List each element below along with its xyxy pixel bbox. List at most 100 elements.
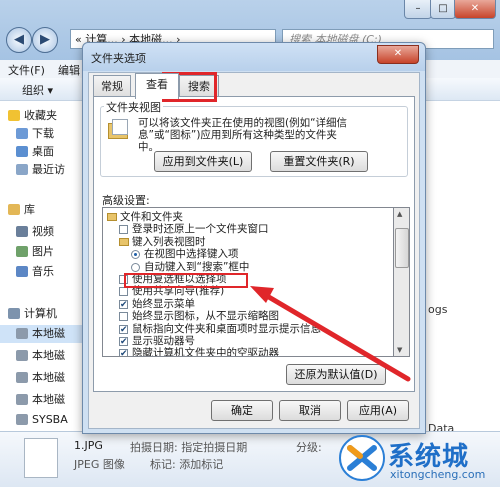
menu-edit[interactable]: 编辑 bbox=[58, 62, 80, 78]
sidebar-item-icon bbox=[16, 350, 28, 361]
sidebar-item[interactable]: 图片 bbox=[0, 243, 86, 261]
view-tab-page: 文件夹视图 可以将该文件夹正在使用的视图(例如“详细信 息”或“图标”)应用到所… bbox=[93, 96, 415, 392]
sidebar-item-icon bbox=[16, 226, 28, 237]
annotation-option-highlight bbox=[124, 273, 248, 288]
settings-option[interactable]: ✔ 鼠标指向文件夹和桌面项时显示提示信息 bbox=[103, 323, 393, 335]
folder-icon bbox=[119, 237, 129, 246]
scroll-up-icon[interactable]: ▲ bbox=[397, 210, 402, 218]
sidebar-item[interactable]: 本地磁 bbox=[0, 369, 86, 387]
apply-button[interactable]: 应用(A) bbox=[347, 400, 409, 421]
sidebar-item-label: 计算机 bbox=[24, 307, 57, 320]
sidebar-item-label: 收藏夹 bbox=[24, 109, 57, 122]
settings-option[interactable]: 登录时还原上一个文件夹窗口 bbox=[103, 223, 393, 235]
sidebar-item[interactable]: 视频 bbox=[0, 223, 86, 241]
tab-view[interactable]: 查看 bbox=[135, 73, 179, 99]
folder-view-description: 可以将该文件夹正在使用的视图(例如“详细信 息”或“图标”)应用到所有这种类型的… bbox=[138, 117, 348, 153]
checkbox[interactable] bbox=[119, 287, 128, 297]
checkbox[interactable] bbox=[119, 312, 128, 322]
sidebar-item[interactable]: 桌面 bbox=[0, 143, 86, 161]
checkbox[interactable]: ✔ bbox=[119, 337, 128, 347]
window-close-button[interactable]: ✕ bbox=[454, 0, 496, 19]
sidebar-item-icon bbox=[16, 164, 28, 175]
radio-button[interactable] bbox=[131, 250, 140, 260]
scroll-down-icon[interactable]: ▼ bbox=[397, 346, 402, 354]
checkbox[interactable]: ✔ bbox=[119, 324, 128, 334]
details-tags[interactable]: 标记: 添加标记 bbox=[150, 456, 223, 472]
scrollbar-thumb[interactable] bbox=[395, 228, 409, 268]
sidebar-item-icon bbox=[16, 372, 28, 383]
settings-option[interactable]: ✔ 显示驱动器号 bbox=[103, 335, 393, 347]
advanced-settings-label: 高级设置: bbox=[102, 194, 150, 207]
sidebar-item[interactable]: 最近访 bbox=[0, 161, 86, 179]
details-date[interactable]: 拍摄日期: 指定拍摄日期 bbox=[130, 439, 247, 455]
settings-option-label: 隐藏计算机文件夹中的空驱动器 bbox=[132, 347, 279, 357]
tab-general[interactable]: 常规 bbox=[93, 75, 131, 97]
sidebar-item-icon bbox=[16, 414, 28, 425]
dialog-title: 文件夹选项 bbox=[91, 52, 146, 65]
checkbox[interactable] bbox=[119, 225, 128, 235]
sidebar-item-label: SYSBA bbox=[32, 413, 68, 426]
settings-option[interactable]: ✔ 始终显示菜单 bbox=[103, 298, 393, 310]
back-arrow-icon[interactable]: ◀ bbox=[6, 27, 32, 53]
settings-option-label: 在视图中选择键入项 bbox=[144, 248, 239, 261]
sidebar-item-label: 本地磁 bbox=[32, 349, 65, 362]
settings-option-label: 自动键入到“搜索”框中 bbox=[144, 260, 250, 273]
checkbox[interactable]: ✔ bbox=[119, 349, 128, 356]
sidebar-item-label: 本地磁 bbox=[32, 393, 65, 406]
details-filetype: JPEG 图像 bbox=[74, 458, 125, 471]
file-list-edge: ogs Data bbox=[424, 101, 500, 435]
forward-arrow-icon[interactable]: ▶ bbox=[32, 27, 58, 53]
watermark-logo-icon bbox=[339, 435, 385, 481]
settings-option-label: 键入列表视图时 bbox=[132, 235, 206, 248]
sidebar-item-label: 音乐 bbox=[32, 265, 54, 278]
folder-view-icon bbox=[108, 119, 130, 139]
settings-option-label: 登录时还原上一个文件夹窗口 bbox=[132, 223, 269, 236]
sidebar-item[interactable]: 计算机 bbox=[0, 305, 86, 323]
sidebar-item[interactable]: SYSBA bbox=[0, 411, 86, 429]
radio-button[interactable] bbox=[131, 262, 140, 272]
sidebar-item[interactable]: 音乐 bbox=[0, 263, 86, 281]
cancel-button[interactable]: 取消 bbox=[279, 400, 341, 421]
organize-button[interactable]: 组织 ▾ bbox=[22, 82, 53, 98]
sidebar-item-label: 视频 bbox=[32, 225, 54, 238]
advanced-settings-scrollbar[interactable]: ▲ ▼ bbox=[394, 207, 410, 357]
settings-group: 文件和文件夹 bbox=[103, 211, 393, 223]
ok-button[interactable]: 确定 bbox=[211, 400, 273, 421]
checkbox[interactable]: ✔ bbox=[119, 299, 128, 309]
sidebar-item[interactable]: 本地磁 bbox=[0, 325, 86, 343]
sidebar-item[interactable]: 本地磁 bbox=[0, 391, 86, 409]
dialog-close-button[interactable]: ✕ bbox=[377, 45, 419, 64]
sidebar-item-icon bbox=[16, 128, 28, 139]
sidebar-item[interactable]: 库 bbox=[0, 201, 86, 219]
navigation-pane: 收藏夹 下载 桌面 最近访库视频 图片 音乐 计算机 本地磁 本地磁 本地磁 本地磁 SYSBA bbox=[0, 101, 86, 431]
minimize-button[interactable]: – bbox=[404, 0, 432, 19]
settings-option[interactable]: ✔ 隐藏计算机文件夹中的空驱动器 bbox=[103, 347, 393, 357]
settings-option[interactable]: 始终显示图标，从不显示缩略图 bbox=[103, 310, 393, 322]
sidebar-item-label: 本地磁 bbox=[32, 327, 65, 340]
file-name-fragment: ogs bbox=[428, 303, 448, 316]
settings-option-label: 始终显示菜单 bbox=[132, 297, 195, 310]
restore-defaults-button[interactable]: 还原为默认值(D) bbox=[286, 364, 386, 385]
sidebar-item-label: 库 bbox=[24, 203, 35, 216]
dialog-client: 常规 查看 搜索 文件夹视图 可以将该文件夹正在使用的视图(例如“详细信 息”或… bbox=[88, 72, 420, 429]
watermark: 系统城 xitongcheng.com bbox=[338, 432, 500, 486]
settings-option[interactable]: 在视图中选择键入项 bbox=[103, 248, 393, 260]
watermark-url: xitongcheng.com bbox=[390, 468, 486, 481]
sidebar-item-icon bbox=[16, 394, 28, 405]
apply-to-folders-button[interactable]: 应用到文件夹(L) bbox=[154, 151, 252, 172]
sidebar-item-label: 图片 bbox=[32, 245, 54, 258]
sidebar-item[interactable]: 下载 bbox=[0, 125, 86, 143]
settings-group: 键入列表视图时 bbox=[103, 236, 393, 248]
menu-file[interactable]: 文件(F) bbox=[8, 62, 45, 78]
nav-buttons: ◀ ▶ bbox=[6, 27, 58, 53]
settings-option-label: 鼠标指向文件夹和桌面项时显示提示信息 bbox=[132, 322, 321, 335]
settings-option[interactable]: 自动键入到“搜索”框中 bbox=[103, 261, 393, 273]
folder-options-dialog: 文件夹选项 ✕ 常规 查看 搜索 文件夹视图 可以将该文件夹正在使用的视图(例如… bbox=[82, 42, 426, 434]
details-filename: 1.JPG bbox=[74, 439, 103, 452]
reset-folders-button[interactable]: 重置文件夹(R) bbox=[270, 151, 368, 172]
maximize-button[interactable]: □ bbox=[430, 0, 456, 19]
sidebar-item[interactable]: 收藏夹 bbox=[0, 107, 86, 125]
sidebar-item[interactable]: 本地磁 bbox=[0, 347, 86, 365]
settings-option-label: 文件和文件夹 bbox=[120, 211, 183, 223]
sidebar-item-label: 下载 bbox=[32, 127, 54, 140]
